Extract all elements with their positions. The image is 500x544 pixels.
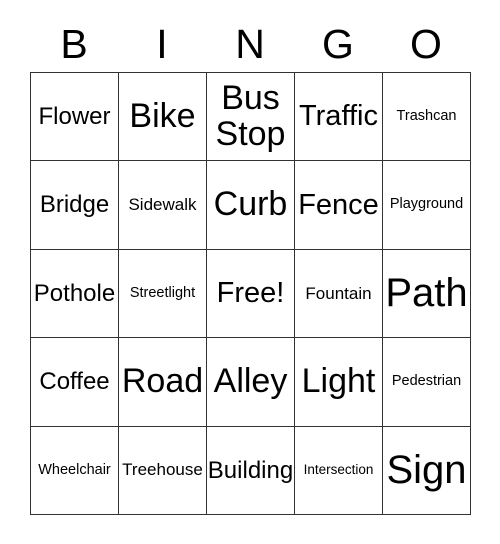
- bingo-cell-b4[interactable]: Coffee: [31, 338, 119, 427]
- bingo-cell-label: Alley: [213, 362, 288, 401]
- header-letter-i: I: [156, 20, 168, 67]
- bingo-header-row: B I N G O: [30, 16, 470, 72]
- bingo-cell-i3[interactable]: Streetlight: [119, 249, 207, 339]
- bingo-cell-label: Flower: [38, 103, 111, 131]
- bingo-cell-label: Bike: [129, 96, 196, 135]
- bingo-cell-label: Pothole: [33, 279, 116, 307]
- bingo-cell-label: Fence: [298, 188, 379, 221]
- header-letter-g: G: [322, 20, 354, 67]
- bingo-cell-o3[interactable]: Path: [383, 249, 471, 339]
- bingo-cell-label: Path: [385, 271, 468, 316]
- bingo-cell-g5[interactable]: Intersection: [295, 426, 383, 515]
- bingo-cell-b3[interactable]: Pothole: [31, 249, 119, 339]
- bingo-cell-g3[interactable]: Fountain: [295, 249, 383, 339]
- bingo-cell-o5[interactable]: Sign: [383, 426, 471, 515]
- bingo-cell-o2[interactable]: Playground: [383, 161, 471, 250]
- bingo-cell-label: Sidewalk: [128, 195, 197, 215]
- bingo-cell-o4[interactable]: Pedestrian: [383, 338, 471, 427]
- bingo-cell-i5[interactable]: Treehouse: [119, 426, 207, 515]
- bingo-cell-b1[interactable]: Flower: [31, 73, 119, 162]
- bingo-cell-label: Building: [207, 456, 294, 484]
- bingo-cell-label: Wheelchair: [38, 461, 111, 478]
- bingo-cell-label: Treehouse: [122, 460, 203, 480]
- bingo-cell-g1[interactable]: Traffic: [295, 73, 383, 162]
- bingo-cell-label: Light: [301, 362, 376, 401]
- header-letter-o: O: [410, 20, 442, 67]
- bingo-cell-i4[interactable]: Road: [119, 338, 207, 427]
- bingo-cell-label: Streetlight: [129, 284, 196, 301]
- bingo-cell-label: Curb: [213, 185, 288, 224]
- bingo-cell-label: Bridge: [39, 191, 110, 219]
- bingo-cell-label: Pedestrian: [391, 373, 462, 390]
- bingo-cell-label: Playground: [389, 196, 464, 213]
- bingo-cell-label: Fountain: [305, 283, 372, 303]
- bingo-card: B I N G O Flower Bike Bus Stop Traffic T…: [0, 0, 500, 544]
- bingo-grid: Flower Bike Bus Stop Traffic Trashcan Br…: [30, 72, 471, 515]
- bingo-cell-label: Road: [121, 362, 204, 401]
- free-space-label: Free!: [216, 277, 285, 310]
- bingo-cell-i2[interactable]: Sidewalk: [119, 161, 207, 250]
- bingo-cell-label: Sign: [386, 448, 467, 493]
- bingo-cell-n5[interactable]: Building: [207, 426, 295, 515]
- bingo-cell-b5[interactable]: Wheelchair: [31, 426, 119, 515]
- bingo-cell-n1[interactable]: Bus Stop: [207, 73, 295, 162]
- bingo-cell-g4[interactable]: Light: [295, 338, 383, 427]
- bingo-cell-b2[interactable]: Bridge: [31, 161, 119, 250]
- bingo-cell-n4[interactable]: Alley: [207, 338, 295, 427]
- bingo-cell-label: Coffee: [39, 368, 110, 396]
- bingo-cell-label: Trashcan: [396, 108, 457, 125]
- bingo-cell-n2[interactable]: Curb: [207, 161, 295, 250]
- bingo-cell-label: Intersection: [303, 462, 374, 478]
- bingo-cell-label: Bus Stop: [215, 79, 286, 153]
- header-letter-b: B: [60, 20, 88, 67]
- bingo-cell-o1[interactable]: Trashcan: [383, 73, 471, 162]
- bingo-cell-label: Traffic: [299, 100, 378, 133]
- header-letter-n: N: [235, 20, 265, 67]
- bingo-cell-free-space[interactable]: Free!: [207, 249, 295, 339]
- bingo-cell-g2[interactable]: Fence: [295, 161, 383, 250]
- bingo-cell-i1[interactable]: Bike: [119, 73, 207, 162]
